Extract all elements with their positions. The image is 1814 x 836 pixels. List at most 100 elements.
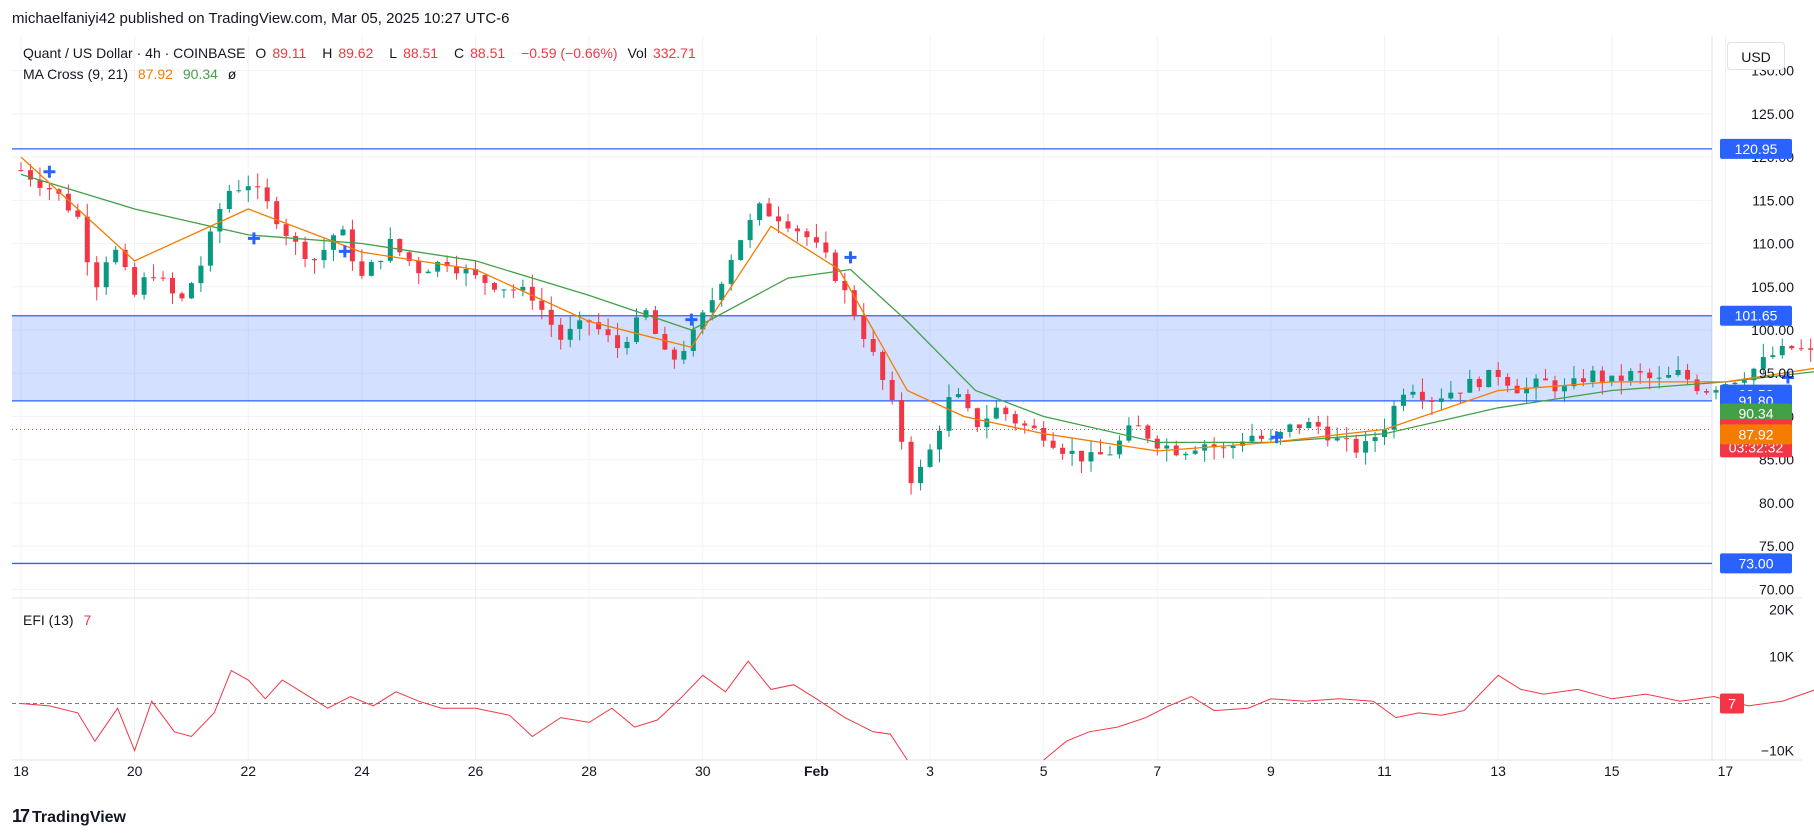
time-tick-label: 9 <box>1267 763 1275 779</box>
time-tick-label: 7 <box>1153 763 1161 779</box>
efi-tag-label: 7 <box>1728 695 1736 711</box>
candle-body <box>94 262 100 288</box>
efi-tick-label: 10K <box>1769 648 1795 664</box>
candle-body <box>1344 438 1350 440</box>
candle-body <box>1088 452 1094 462</box>
candle-body <box>1296 424 1302 429</box>
candle-body <box>558 324 564 340</box>
candle-body <box>548 309 554 325</box>
time-tick-label: 13 <box>1490 763 1506 779</box>
candle-body <box>179 293 185 299</box>
ma-cross-marker <box>43 165 56 178</box>
candle-body <box>1419 391 1425 401</box>
candle-body <box>776 216 782 222</box>
candle-body <box>1533 378 1539 388</box>
candle-body <box>207 231 213 266</box>
candle-body <box>539 300 545 310</box>
candle-body <box>813 237 819 243</box>
candle-body <box>577 320 583 329</box>
candle-body <box>349 229 355 262</box>
tradingview-logo[interactable]: 17 TradingView <box>12 806 126 827</box>
ma-cross-marker <box>247 232 260 245</box>
open-value: 89.11 <box>272 45 307 61</box>
candle-body <box>1704 391 1710 393</box>
candle-body <box>1173 445 1179 456</box>
candle-body <box>889 379 895 400</box>
candle-body <box>1732 382 1738 385</box>
efi-line <box>1043 674 1814 761</box>
candle-body <box>946 397 952 431</box>
chart-canvas[interactable]: 130.00125.00120.00115.00110.00105.00100.… <box>0 0 1814 836</box>
ma-cross-marker <box>844 251 857 264</box>
candle-body <box>870 339 876 352</box>
candle-body <box>1258 435 1264 439</box>
candle-body <box>738 240 744 260</box>
candle-body <box>1164 445 1170 449</box>
candle-body <box>1798 348 1804 350</box>
candle-body <box>1353 438 1359 453</box>
candle-body <box>46 187 52 190</box>
time-tick-label: 30 <box>695 763 711 779</box>
candle-body <box>1003 407 1009 415</box>
visibility-icon[interactable]: ø <box>228 66 237 82</box>
candle-body <box>1145 425 1151 439</box>
currency-button[interactable]: USD <box>1727 42 1785 70</box>
price-tick-label: 125.00 <box>1751 106 1794 122</box>
efi-value: 7 <box>83 612 92 628</box>
candle-body <box>170 278 176 294</box>
candle-body <box>1116 440 1122 455</box>
candle-body <box>567 328 573 340</box>
candle-body <box>198 265 204 284</box>
candle-body <box>1580 378 1586 383</box>
ma-cross-legend[interactable]: MA Cross (9, 21) 87.92 90.34 ø <box>23 66 242 82</box>
low-label: L <box>389 45 398 61</box>
candle-body <box>425 271 431 274</box>
time-tick-label: 24 <box>354 763 370 779</box>
candle-body <box>633 317 639 342</box>
candle-body <box>387 238 393 261</box>
candle-body <box>103 262 109 288</box>
candle-body <box>709 300 715 313</box>
efi-legend[interactable]: EFI (13) 7 <box>23 612 97 628</box>
candle-body <box>529 286 535 301</box>
candle-body <box>1126 425 1132 441</box>
candle-body <box>1221 447 1227 449</box>
ma-slow-value: 90.34 <box>182 66 218 82</box>
symbol-name[interactable]: Quant / US Dollar · 4h · COINBASE <box>23 45 246 61</box>
candle-body <box>1599 370 1605 382</box>
candle-body <box>132 267 138 295</box>
candle-body <box>757 203 763 221</box>
candle-body <box>794 228 800 232</box>
candle-body <box>974 408 980 428</box>
candle-body <box>255 186 261 188</box>
price-tick-label: 110.00 <box>1752 236 1794 252</box>
candle-body <box>1637 371 1643 373</box>
candle-body <box>1363 441 1369 453</box>
candle-body <box>1476 378 1482 388</box>
price-tag-label: 120.95 <box>1735 141 1778 157</box>
price-tick-label: 75.00 <box>1759 538 1794 554</box>
candle-body <box>236 190 242 192</box>
candle-body <box>1770 355 1776 357</box>
candle-body <box>1675 369 1681 375</box>
candle-body <box>652 310 658 334</box>
candle-body <box>671 349 677 360</box>
candle-body <box>766 203 772 217</box>
time-tick-label: 15 <box>1604 763 1620 779</box>
candle-body <box>1060 447 1066 454</box>
candle-body <box>141 277 147 295</box>
price-tick-label: 95.00 <box>1759 365 1794 381</box>
candle-body <box>1438 398 1444 402</box>
candle-body <box>993 407 999 419</box>
candle-body <box>1609 375 1615 382</box>
time-tick-label: 18 <box>13 763 29 779</box>
high-value: 89.62 <box>338 45 374 61</box>
candle-body <box>1561 386 1567 392</box>
candle-body <box>1183 453 1189 456</box>
candle-body <box>510 289 516 291</box>
candle-body <box>1334 438 1340 441</box>
candle-body <box>955 394 961 398</box>
candle-body <box>416 261 422 274</box>
candle-body <box>861 315 867 340</box>
candle-body <box>1505 377 1511 386</box>
